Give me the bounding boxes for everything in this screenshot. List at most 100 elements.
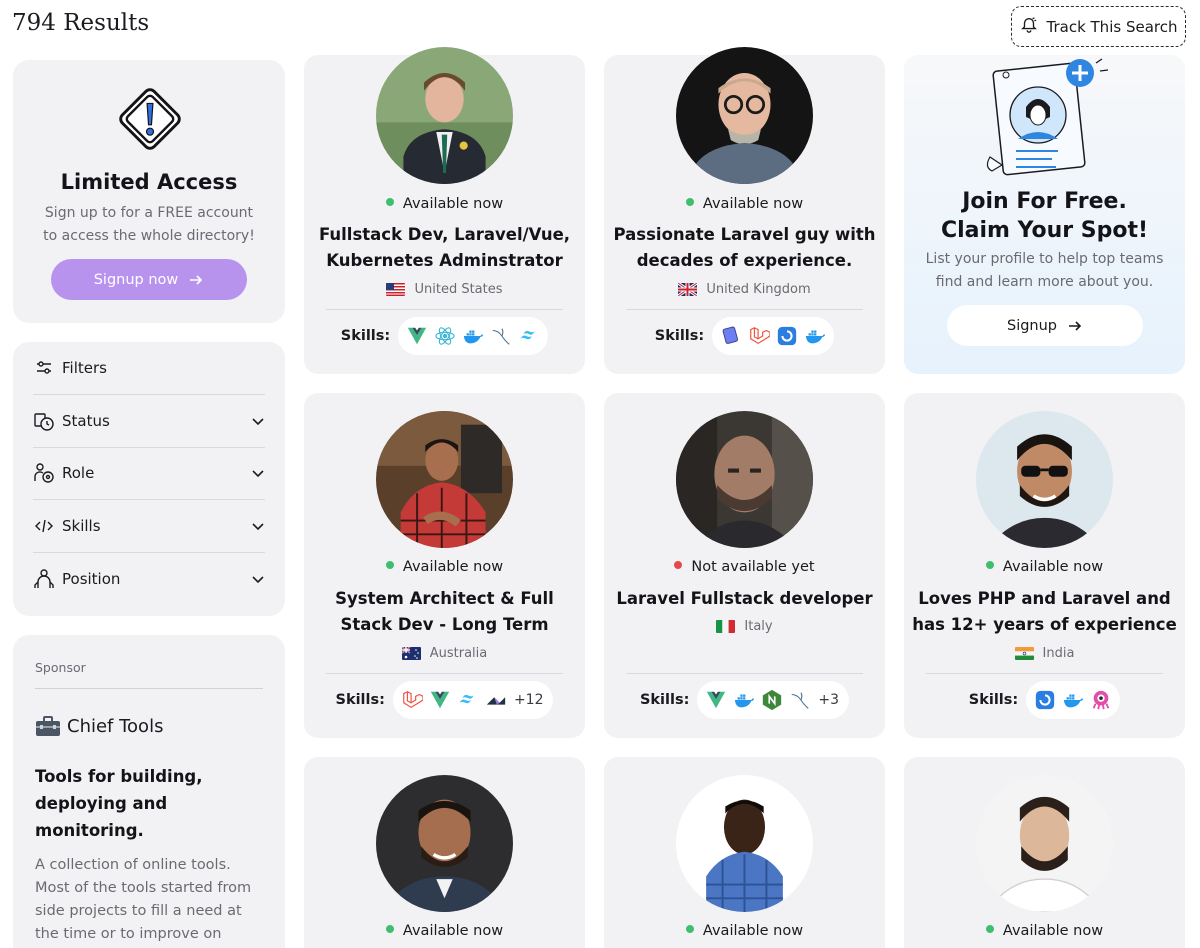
country: United States xyxy=(304,282,585,297)
skills-row: Skills: xyxy=(304,317,585,355)
developer-card[interactable]: Available now Passionate Laravel guy wit… xyxy=(604,47,885,374)
card-divider xyxy=(626,309,863,310)
chevron-down-icon xyxy=(252,576,264,584)
skills-list xyxy=(1026,681,1121,719)
filter-position[interactable]: Position xyxy=(33,553,265,606)
developer-card[interactable]: Available now Fullstack Dev, Laravel/Vue… xyxy=(304,47,585,374)
bell-icon xyxy=(1020,16,1038,38)
track-search-label: Track This Search xyxy=(1046,17,1178,36)
filter-skills[interactable]: Skills xyxy=(33,500,265,553)
promo-title-line1: Join For Free. xyxy=(962,189,1127,214)
developer-card[interactable]: Available now System Architect & Full St… xyxy=(304,393,585,738)
skills-label: Skills: xyxy=(968,692,1019,708)
country: United Kingdom xyxy=(604,282,885,297)
sponsor-brand-link[interactable]: Chief Tools xyxy=(35,715,263,737)
arrow-right-icon xyxy=(1069,320,1082,331)
sponsor-label: Sponsor xyxy=(35,635,263,689)
skills-label: Skills: xyxy=(639,692,690,708)
status-text: Available now xyxy=(702,196,804,212)
developer-card[interactable]: Not available yet Laravel Fullstack deve… xyxy=(604,393,885,738)
country-name: United States xyxy=(414,282,503,297)
team-icon xyxy=(33,568,55,590)
more-skills-count: +12 xyxy=(513,692,544,708)
developer-card[interactable]: Available now xyxy=(904,757,1185,948)
react-icon xyxy=(432,323,458,349)
flag-uk-icon xyxy=(678,283,698,296)
skills-row: Skills: +3 xyxy=(604,681,885,719)
card-divider xyxy=(326,673,563,674)
country: India xyxy=(904,646,1185,661)
sliders-icon xyxy=(33,357,55,379)
chevron-down-icon xyxy=(252,470,264,478)
status-text: Available now xyxy=(702,923,804,939)
skills-row: Skills: xyxy=(904,681,1185,719)
signup-now-button[interactable]: Signup now xyxy=(51,259,247,300)
nodejs-icon xyxy=(759,687,785,713)
skills-label: Skills: xyxy=(654,328,705,344)
status-dot xyxy=(985,561,994,569)
card-divider xyxy=(326,309,563,310)
track-search-button[interactable]: Track This Search xyxy=(1011,6,1186,47)
status-dot xyxy=(385,198,394,206)
code-icon xyxy=(33,515,55,537)
clock-icon xyxy=(33,410,55,432)
skills-row: Skills: +12 xyxy=(304,681,585,719)
status-dot xyxy=(674,561,683,569)
availability-status: Available now xyxy=(904,923,1185,939)
signup-now-label: Signup now xyxy=(93,271,179,288)
avatar xyxy=(976,411,1113,548)
vue-icon xyxy=(427,687,453,713)
promo-text: List your profile to help top teams find… xyxy=(925,251,1164,290)
developer-title: Fullstack Dev, Laravel/Vue, Kubernetes A… xyxy=(318,225,571,270)
profile-illustration-icon xyxy=(986,58,1109,176)
filter-skills-label: Skills xyxy=(62,516,101,535)
developer-title: Loves PHP and Laravel and has 12+ years … xyxy=(912,589,1177,634)
results-count: 794 Results xyxy=(12,10,150,36)
status-dot xyxy=(685,198,694,206)
mysql-icon xyxy=(787,687,813,713)
filters-panel: Filters Status Role Skills Position xyxy=(13,342,285,616)
status-text: Available now xyxy=(1002,559,1104,575)
chevron-down-icon xyxy=(252,523,264,531)
skills-row: Skills: xyxy=(604,317,885,355)
laravel-icon xyxy=(399,687,425,713)
developer-title: Laravel Fullstack developer xyxy=(616,589,873,608)
tailwind-icon xyxy=(455,687,481,713)
tailwind-icon xyxy=(516,323,542,349)
limited-access-text: Sign up to for a FREE account to access … xyxy=(43,205,255,244)
limited-access-panel: Limited Access Sign up to for a FREE acc… xyxy=(13,60,285,323)
avatar xyxy=(376,47,513,184)
sponsor-brand-name: Chief Tools xyxy=(67,715,164,737)
status-dot xyxy=(985,925,994,933)
avatar xyxy=(976,775,1113,912)
filter-position-label: Position xyxy=(62,570,121,589)
filter-status[interactable]: Status xyxy=(33,395,265,448)
signup-button[interactable]: Signup xyxy=(947,305,1143,346)
docker-icon xyxy=(460,323,486,349)
country-name: India xyxy=(1042,646,1075,661)
developer-card[interactable]: Available now xyxy=(604,757,885,948)
card-divider xyxy=(626,673,863,674)
vue-icon xyxy=(404,323,430,349)
availability-status: Available now xyxy=(904,559,1185,575)
livewire-icon xyxy=(718,323,744,349)
filter-role[interactable]: Role xyxy=(33,448,265,501)
availability-status: Available now xyxy=(304,923,585,939)
skills-label: Skills: xyxy=(340,328,391,344)
digitalocean-icon xyxy=(774,323,800,349)
country-name: Australia xyxy=(429,646,488,661)
status-text: Available now xyxy=(402,923,504,939)
user-role-icon xyxy=(33,462,55,484)
docker-icon xyxy=(731,687,757,713)
avatar xyxy=(376,775,513,912)
availability-status: Not available yet xyxy=(604,559,885,575)
developer-title: System Architect & Full Stack Dev - Long… xyxy=(335,589,554,634)
chevron-down-icon xyxy=(252,418,264,425)
country-name: United Kingdom xyxy=(706,282,811,297)
availability-status: Available now xyxy=(604,923,885,939)
filters-header: Filters xyxy=(33,342,265,395)
toolbox-icon xyxy=(36,716,60,736)
skills-list: +12 xyxy=(392,681,554,719)
developer-card[interactable]: Available now Loves PHP and Laravel and … xyxy=(904,393,1185,738)
developer-card[interactable]: Available now xyxy=(304,757,585,948)
